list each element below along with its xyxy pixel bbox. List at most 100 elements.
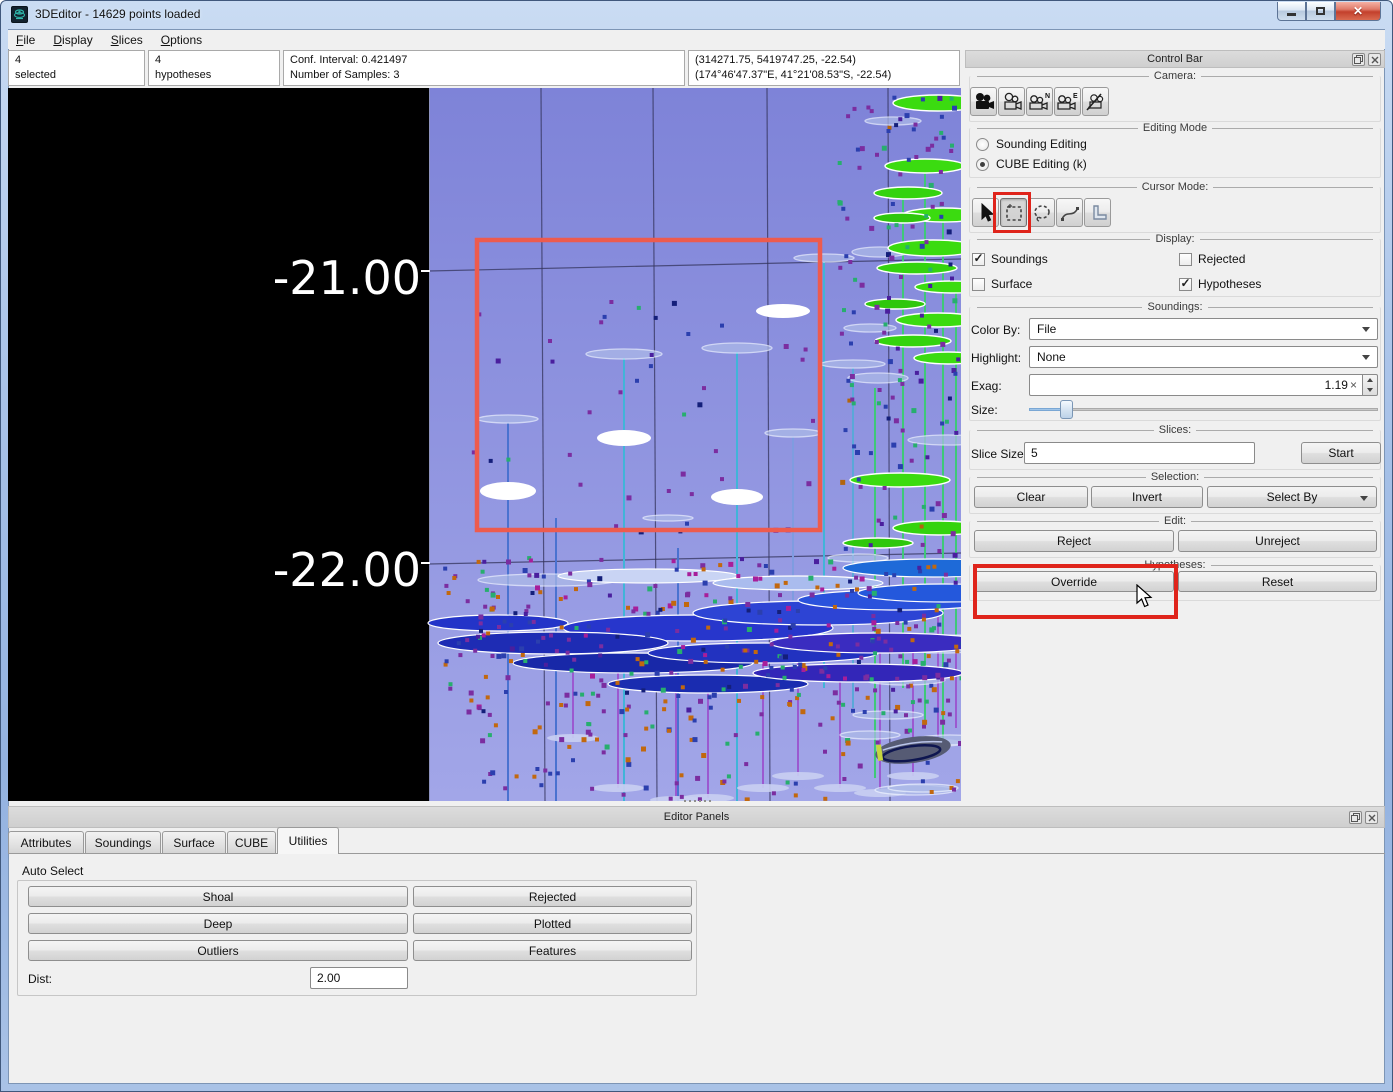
menu-slices[interactable]: Slices xyxy=(103,31,151,49)
checkbox-label: Soundings xyxy=(991,252,1048,266)
coordinates-box: (314271.75, 5419747.25, -22.54) (174°46'… xyxy=(688,50,960,86)
radio-label: Sounding Editing xyxy=(996,137,1087,151)
hypotheses-label: hypotheses xyxy=(155,68,273,83)
radio-cube-editing[interactable]: CUBE Editing (k) xyxy=(976,157,1087,171)
override-button[interactable]: Override xyxy=(974,571,1174,592)
lasso-icon xyxy=(1032,203,1052,223)
maximize-button[interactable] xyxy=(1306,2,1335,21)
checkbox-label: Rejected xyxy=(1198,252,1245,266)
cursor-angle-button[interactable] xyxy=(1084,198,1111,227)
clear-button-label: Clear xyxy=(1017,490,1046,504)
radio-icon xyxy=(976,138,989,151)
viewport-3d[interactable]: -21.00-22.00 xyxy=(8,88,961,801)
plotted-button-label: Plotted xyxy=(534,917,571,931)
cursor-rect-select-button[interactable] xyxy=(1000,198,1027,227)
conf-interval-box: Conf. Interval: 0.421497 Number of Sampl… xyxy=(283,50,685,86)
cursor-pointer-button[interactable] xyxy=(972,198,999,227)
editor-panels-float-button[interactable] xyxy=(1349,811,1362,824)
menu-options[interactable]: Options xyxy=(153,31,210,49)
cursor-lasso-button[interactable] xyxy=(1028,198,1055,227)
dist-input[interactable]: 2.00 xyxy=(310,967,408,989)
highlight-dropdown[interactable]: None xyxy=(1029,346,1378,368)
close-icon: ✕ xyxy=(1353,4,1363,18)
plotted-button[interactable]: Plotted xyxy=(413,913,692,934)
camera-north-button[interactable]: N xyxy=(1026,87,1053,116)
edit-section-label: Edit: xyxy=(1164,515,1186,527)
menu-display[interactable]: Display xyxy=(45,31,100,49)
camera-outline-icon xyxy=(1001,92,1023,112)
size-slider[interactable] xyxy=(1029,400,1378,419)
soundings-section-label: Soundings: xyxy=(1147,301,1202,313)
tab-attributes[interactable]: Attributes xyxy=(8,831,84,853)
checkbox-surface[interactable]: Surface xyxy=(972,277,1032,291)
camera-east-button[interactable]: E xyxy=(1054,87,1081,116)
rejected-button-label: Rejected xyxy=(529,890,576,904)
checkbox-soundings[interactable]: Soundings xyxy=(972,252,1048,266)
screenshot-root: 3DEditor - 14629 points loaded ✕ File Di… xyxy=(0,0,1393,1092)
checkbox-hypotheses[interactable]: Hypotheses xyxy=(1179,277,1261,291)
outliers-button-label: Outliers xyxy=(197,944,238,958)
outliers-button[interactable]: Outliers xyxy=(28,940,408,961)
checkbox-icon xyxy=(972,253,985,266)
minimize-button[interactable] xyxy=(1277,2,1306,21)
slider-handle[interactable] xyxy=(1060,400,1073,419)
editor-panels-header: Editor Panels xyxy=(8,806,1385,828)
invert-button[interactable]: Invert xyxy=(1091,486,1203,508)
float-icon xyxy=(1351,813,1360,822)
slider-groove xyxy=(1029,408,1378,411)
checkbox-rejected[interactable]: Rejected xyxy=(1179,252,1245,266)
chevron-down-icon xyxy=(1362,355,1370,360)
color-by-label: Color By: xyxy=(971,323,1020,337)
display-section-label: Display: xyxy=(1155,233,1194,245)
unreject-button[interactable]: Unreject xyxy=(1178,530,1377,552)
features-button[interactable]: Features xyxy=(413,940,692,961)
tab-label: CUBE xyxy=(235,836,268,850)
tab-soundings[interactable]: Soundings xyxy=(85,831,161,853)
tab-strip-line xyxy=(8,853,1385,854)
exag-label: Exag: xyxy=(971,379,1002,393)
editing-mode-label: Editing Mode xyxy=(1143,122,1207,134)
rejected-button[interactable]: Rejected xyxy=(413,886,692,907)
camera-edit-button[interactable] xyxy=(1082,87,1109,116)
deep-button[interactable]: Deep xyxy=(28,913,408,934)
exag-spinbox[interactable]: 1.19 × xyxy=(1029,374,1378,396)
minimize-icon xyxy=(1287,13,1296,16)
exag-spinner-buttons[interactable] xyxy=(1363,374,1378,396)
close-button[interactable]: ✕ xyxy=(1335,2,1381,21)
color-by-dropdown[interactable]: File xyxy=(1029,318,1378,340)
invert-button-label: Invert xyxy=(1132,490,1162,504)
control-bar-header: Control Bar xyxy=(965,50,1385,68)
conf-interval-text: Conf. Interval: 0.421497 xyxy=(290,53,678,68)
tab-cube[interactable]: CUBE xyxy=(227,831,276,853)
shoal-button[interactable]: Shoal xyxy=(28,886,408,907)
cursor-polyline-button[interactable] xyxy=(1056,198,1083,227)
exag-value: 1.19 xyxy=(1325,378,1348,392)
hypotheses-section-label: Hypotheses: xyxy=(1144,559,1205,571)
editor-panels-close-button[interactable] xyxy=(1365,811,1378,824)
checkbox-icon xyxy=(972,278,985,291)
camera-view-button[interactable] xyxy=(998,87,1025,116)
unreject-button-label: Unreject xyxy=(1255,534,1300,548)
clear-button[interactable]: Clear xyxy=(974,486,1088,508)
svg-text:-22.00: -22.00 xyxy=(273,543,421,597)
checkbox-icon xyxy=(1179,278,1192,291)
control-bar-float-button[interactable] xyxy=(1352,53,1365,66)
tab-surface[interactable]: Surface xyxy=(162,831,226,853)
start-button[interactable]: Start xyxy=(1301,442,1381,464)
float-icon xyxy=(1354,55,1363,64)
selected-count: 4 xyxy=(15,53,138,68)
reject-button[interactable]: Reject xyxy=(974,530,1174,552)
control-bar-close-button[interactable] xyxy=(1368,53,1381,66)
hypotheses-count: 4 xyxy=(155,53,273,68)
menu-file[interactable]: File xyxy=(8,31,43,49)
reset-button[interactable]: Reset xyxy=(1178,571,1377,592)
deep-button-label: Deep xyxy=(204,917,233,931)
tab-label: Surface xyxy=(173,836,214,850)
slice-size-input[interactable]: 5 xyxy=(1024,442,1255,464)
splitter-grip[interactable] xyxy=(684,799,720,803)
checkbox-icon xyxy=(1179,253,1192,266)
camera-home-button[interactable] xyxy=(970,87,997,116)
select-by-button[interactable]: Select By xyxy=(1207,486,1377,508)
tab-utilities[interactable]: Utilities xyxy=(277,827,339,854)
radio-sounding-editing[interactable]: Sounding Editing xyxy=(976,137,1087,151)
